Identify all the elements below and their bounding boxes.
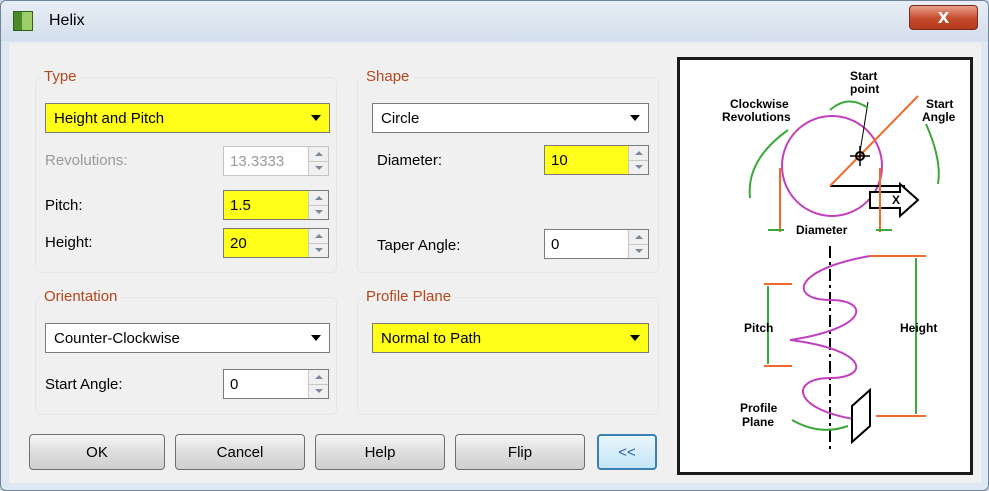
profile-plane-shape	[851, 387, 871, 445]
spin-down-icon[interactable]	[309, 206, 328, 220]
spin-up-icon[interactable]	[309, 191, 328, 206]
profile-plane-text-2: Plane	[742, 415, 774, 429]
spin-up-icon	[309, 147, 328, 162]
flip-button[interactable]: Flip	[455, 434, 585, 470]
diameter-text: Diameter	[796, 223, 848, 237]
profile-plane-select[interactable]: Normal to Path	[372, 323, 649, 353]
helix-top-circle	[781, 115, 883, 217]
pitch-text: Pitch	[744, 321, 773, 335]
clockwise-text-1: Clockwise	[730, 97, 789, 111]
chevron-down-icon	[622, 324, 648, 352]
taper-angle-label: Taper Angle:	[377, 237, 461, 254]
spin-down-icon[interactable]	[629, 161, 648, 175]
spin-down-icon[interactable]	[309, 385, 328, 399]
start-point-text-1: Start	[850, 69, 877, 83]
title-bar[interactable]: Helix X	[1, 1, 988, 41]
profile-plane-group-title: Profile Plane	[363, 288, 455, 305]
pitch-label: Pitch:	[45, 197, 83, 214]
clockwise-arc-top-icon	[829, 100, 869, 111]
spin-down-icon[interactable]	[629, 245, 648, 259]
spin-up-icon[interactable]	[309, 229, 328, 244]
profile-plane-group: Profile Plane	[357, 288, 659, 415]
chevron-down-icon	[622, 104, 648, 132]
collapse-button[interactable]: <<	[597, 434, 657, 470]
start-angle-label: Start Angle:	[45, 376, 123, 393]
start-angle-text-1: Start	[926, 97, 953, 111]
start-angle-arc-icon	[925, 123, 940, 185]
revolutions-label: Revolutions:	[45, 152, 128, 169]
clockwise-text-2: Revolutions	[722, 110, 791, 124]
helix-diagram: Diameter Clockwise Revolutions Start poi…	[677, 57, 973, 475]
orientation-group-title: Orientation	[41, 288, 121, 305]
app-icon	[13, 11, 33, 31]
help-button[interactable]: Help	[315, 434, 445, 470]
start-point-leader	[859, 101, 869, 153]
spin-down-icon[interactable]	[309, 244, 328, 258]
profile-plane-text-1: Profile	[740, 401, 778, 415]
diameter-spinner[interactable]: 10	[544, 145, 649, 175]
shape-select[interactable]: Circle	[372, 103, 649, 133]
taper-angle-spinner[interactable]: 0	[544, 229, 649, 259]
spin-up-icon[interactable]	[629, 230, 648, 245]
spin-up-icon[interactable]	[629, 146, 648, 161]
cancel-button[interactable]: Cancel	[175, 434, 305, 470]
start-point-text-2: point	[850, 82, 879, 96]
window-title: Helix	[49, 12, 85, 29]
spin-up-icon[interactable]	[309, 370, 328, 385]
pitch-spinner[interactable]: 1.5	[223, 190, 329, 220]
ok-button[interactable]: OK	[29, 434, 165, 470]
dialog-body: Type Height and Pitch Revolutions: 13.33…	[9, 43, 981, 483]
profile-plane-arrow	[791, 419, 849, 431]
height-label: Height:	[45, 234, 93, 251]
spin-down-icon	[309, 162, 328, 176]
chevron-down-icon	[303, 324, 329, 352]
type-group-title: Type	[41, 68, 80, 85]
close-button[interactable]: X	[909, 5, 978, 30]
helix-dialog: Helix X Type Height and Pitch Revolution…	[0, 0, 989, 491]
shape-group-title: Shape	[363, 68, 413, 85]
height-text: Height	[900, 321, 937, 335]
orientation-select[interactable]: Counter-Clockwise	[45, 323, 330, 353]
start-angle-text-2: Angle	[922, 110, 956, 124]
chevron-down-icon	[303, 104, 329, 132]
height-spinner[interactable]: 20	[223, 228, 329, 258]
start-angle-ray	[829, 95, 919, 187]
start-angle-spinner[interactable]: 0	[223, 369, 329, 399]
x-axis-text: X	[892, 193, 900, 207]
revolutions-spinner: 13.3333	[223, 146, 329, 176]
diameter-label: Diameter:	[377, 152, 443, 169]
type-select[interactable]: Height and Pitch	[45, 103, 330, 133]
